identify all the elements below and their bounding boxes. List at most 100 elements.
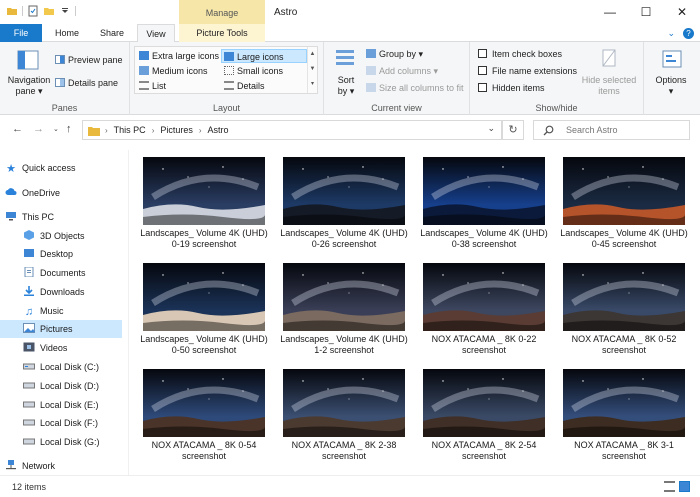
file-item[interactable]: NOX ATACAMA _ 8K 3-1 screenshot — [556, 365, 692, 469]
sidebar-item-downloads[interactable]: Downloads — [23, 283, 123, 301]
large-icons-view-icon[interactable] — [679, 481, 690, 492]
sidebar-item-network[interactable]: Network — [5, 457, 123, 475]
sort-by-button[interactable]: Sort by ▾ — [334, 75, 358, 97]
details-label: Details — [237, 81, 265, 91]
minimize-button[interactable]: — — [592, 0, 628, 24]
breadcrumb-pictures[interactable]: Pictures — [160, 125, 193, 135]
sidebar-item-label: Downloads — [40, 287, 85, 297]
sidebar-item-onedrive[interactable]: OneDrive — [5, 184, 123, 202]
file-item[interactable]: Landscapes_ Volume 4K (UHD) 0-50 screensh… — [136, 259, 272, 363]
tab-share[interactable]: Share — [92, 24, 132, 42]
sidebar-item-local-disk-f[interactable]: Local Disk (F:) — [23, 414, 123, 432]
sidebar-item-label: Local Disk (F:) — [40, 418, 99, 428]
file-name: NOX ATACAMA _ 8K 3-1 screenshot — [556, 440, 692, 462]
sidebar-item-pictures[interactable]: Pictures — [0, 320, 122, 338]
options-button[interactable]: Options ▾ — [649, 75, 693, 97]
network-icon — [6, 460, 16, 470]
address-dropdown-icon[interactable]: ⌄ — [487, 123, 495, 134]
file-name-line-1: NOX ATACAMA _ 8K 0-54 — [151, 440, 257, 450]
customize-qat-icon[interactable] — [59, 5, 71, 17]
file-item[interactable]: Landscapes_ Volume 4K (UHD) 0-26 screensh… — [276, 153, 412, 257]
file-name-extensions-checkbox[interactable] — [478, 66, 487, 75]
layout-small-icons[interactable]: Small icons — [222, 64, 283, 78]
sidebar-item-documents[interactable]: Documents — [23, 264, 123, 282]
forward-arrow-icon[interactable]: → — [33, 123, 44, 135]
help-icon[interactable]: ? — [683, 28, 694, 39]
file-name-line-1: NOX ATACAMA _ 8K 2-38 — [291, 440, 397, 450]
sidebar-item-local-disk-e[interactable]: Local Disk (E:) — [23, 396, 123, 414]
refresh-button[interactable]: ↻ — [502, 120, 524, 140]
collapse-ribbon-icon[interactable]: ⌄ — [667, 28, 675, 39]
item-check-boxes-checkbox[interactable] — [478, 49, 487, 58]
folder-icon[interactable] — [6, 5, 18, 17]
breadcrumb-this-pc[interactable]: This PC — [114, 125, 146, 135]
back-arrow-icon[interactable]: ← — [12, 123, 23, 135]
close-button[interactable]: ✕ — [664, 0, 700, 24]
breadcrumb-separator-icon[interactable]: › — [152, 126, 155, 135]
sidebar-item-desktop[interactable]: Desktop — [23, 245, 123, 263]
hide-selected-button[interactable]: Hide selected items — [580, 75, 638, 97]
sidebar-item-local-disk-c[interactable]: Local Disk (C:) — [23, 358, 123, 376]
layout-gallery-scroll[interactable]: ▲ ▼ ▾ — [307, 47, 317, 93]
sidebar-item-videos[interactable]: Videos — [23, 339, 123, 357]
file-name: NOX ATACAMA _ 8K 2-38 screenshot — [276, 440, 412, 462]
preview-pane-button[interactable]: Preview pane — [55, 55, 123, 66]
hidden-items-checkbox[interactable] — [478, 83, 487, 92]
details-view-icon[interactable] — [664, 481, 675, 492]
breadcrumb-astro[interactable]: Astro — [208, 125, 229, 135]
file-item[interactable]: NOX ATACAMA _ 8K 0-52 screenshot — [556, 259, 692, 363]
search-input[interactable]: Search Astro — [566, 125, 618, 135]
sidebar-item-3d-objects[interactable]: 3D Objects — [23, 227, 123, 245]
tab-file[interactable]: File — [0, 24, 42, 42]
file-item[interactable]: Landscapes_ Volume 4K (UHD) 0-38 screensh… — [416, 153, 552, 257]
file-name-extensions-toggle[interactable]: File name extensions — [478, 66, 577, 77]
preview-pane-icon — [55, 55, 65, 64]
recent-locations-icon[interactable]: ⌄ — [53, 125, 59, 133]
details-pane-button[interactable]: Details pane — [55, 78, 118, 89]
hidden-items-toggle[interactable]: Hidden items — [478, 83, 545, 94]
search-box[interactable]: Search Astro — [533, 120, 690, 140]
add-columns-button[interactable]: Add columns ▾ — [366, 66, 438, 77]
file-item[interactable]: NOX ATACAMA _ 8K 2-54 screenshot — [416, 365, 552, 469]
pane-splitter[interactable] — [128, 150, 129, 475]
file-name: NOX ATACAMA _ 8K 0-52 screenshot — [556, 334, 692, 356]
manage-context-tab[interactable]: Manage — [179, 0, 265, 24]
file-item[interactable]: NOX ATACAMA _ 8K 2-38 screenshot — [276, 365, 412, 469]
layout-details[interactable]: Details — [222, 79, 265, 93]
file-item[interactable]: NOX ATACAMA _ 8K 0-54 screenshot — [136, 365, 272, 469]
sidebar-item-this-pc[interactable]: This PC — [5, 208, 123, 226]
tab-picture-tools[interactable]: Picture Tools — [179, 24, 265, 42]
layout-list[interactable]: List — [137, 79, 166, 93]
sidebar-item-label: Local Disk (E:) — [40, 400, 99, 410]
file-name-line-2: screenshot — [181, 451, 227, 461]
sidebar-item-music[interactable]: ♫ Music — [23, 302, 123, 320]
sidebar-item-local-disk-d[interactable]: Local Disk (D:) — [23, 377, 123, 395]
file-name-line-2: screenshot — [601, 345, 647, 355]
file-item[interactable]: NOX ATACAMA _ 8K 0-22 screenshot — [416, 259, 552, 363]
sidebar-item-quick-access[interactable]: ★ Quick access — [5, 159, 123, 177]
maximize-button[interactable]: ☐ — [628, 0, 664, 24]
item-count: 12 items — [12, 482, 47, 492]
file-item[interactable]: Landscapes_ Volume 4K (UHD) 0-19 screensh… — [136, 153, 272, 257]
layout-medium-icons[interactable]: Medium icons — [137, 64, 208, 78]
sidebar-item-local-disk-g[interactable]: Local Disk (G:) — [23, 433, 123, 451]
tab-home[interactable]: Home — [48, 24, 86, 42]
item-check-boxes-toggle[interactable]: Item check boxes — [478, 49, 562, 60]
layout-extra-large-icons[interactable]: Extra large icons — [137, 49, 219, 63]
sort-by-label: Sort — [337, 75, 355, 85]
up-arrow-icon[interactable]: ↑ — [66, 123, 72, 135]
navigation-pane-button[interactable]: Navigation pane ▾ — [6, 75, 52, 97]
breadcrumb-separator-icon[interactable]: › — [199, 126, 202, 135]
file-item[interactable]: Landscapes_ Volume 4K (UHD) 1-2 screensho… — [276, 259, 412, 363]
file-item[interactable]: Landscapes_ Volume 4K (UHD) 0-45 screensh… — [556, 153, 692, 257]
address-bar[interactable]: › This PC › Pictures › Astro ⌄ — [82, 120, 502, 140]
size-all-columns-button[interactable]: Size all columns to fit — [366, 83, 464, 94]
group-by-button[interactable]: Group by ▾ — [366, 49, 423, 60]
file-name-line-2: 0-45 screenshot — [591, 239, 657, 249]
new-folder-icon[interactable] — [43, 5, 55, 17]
medium-icons-icon — [139, 66, 149, 75]
properties-icon[interactable] — [27, 5, 39, 17]
breadcrumb-separator-icon[interactable]: › — [105, 126, 108, 135]
layout-large-icons[interactable]: Large icons — [221, 49, 307, 63]
tab-view[interactable]: View — [137, 24, 175, 43]
